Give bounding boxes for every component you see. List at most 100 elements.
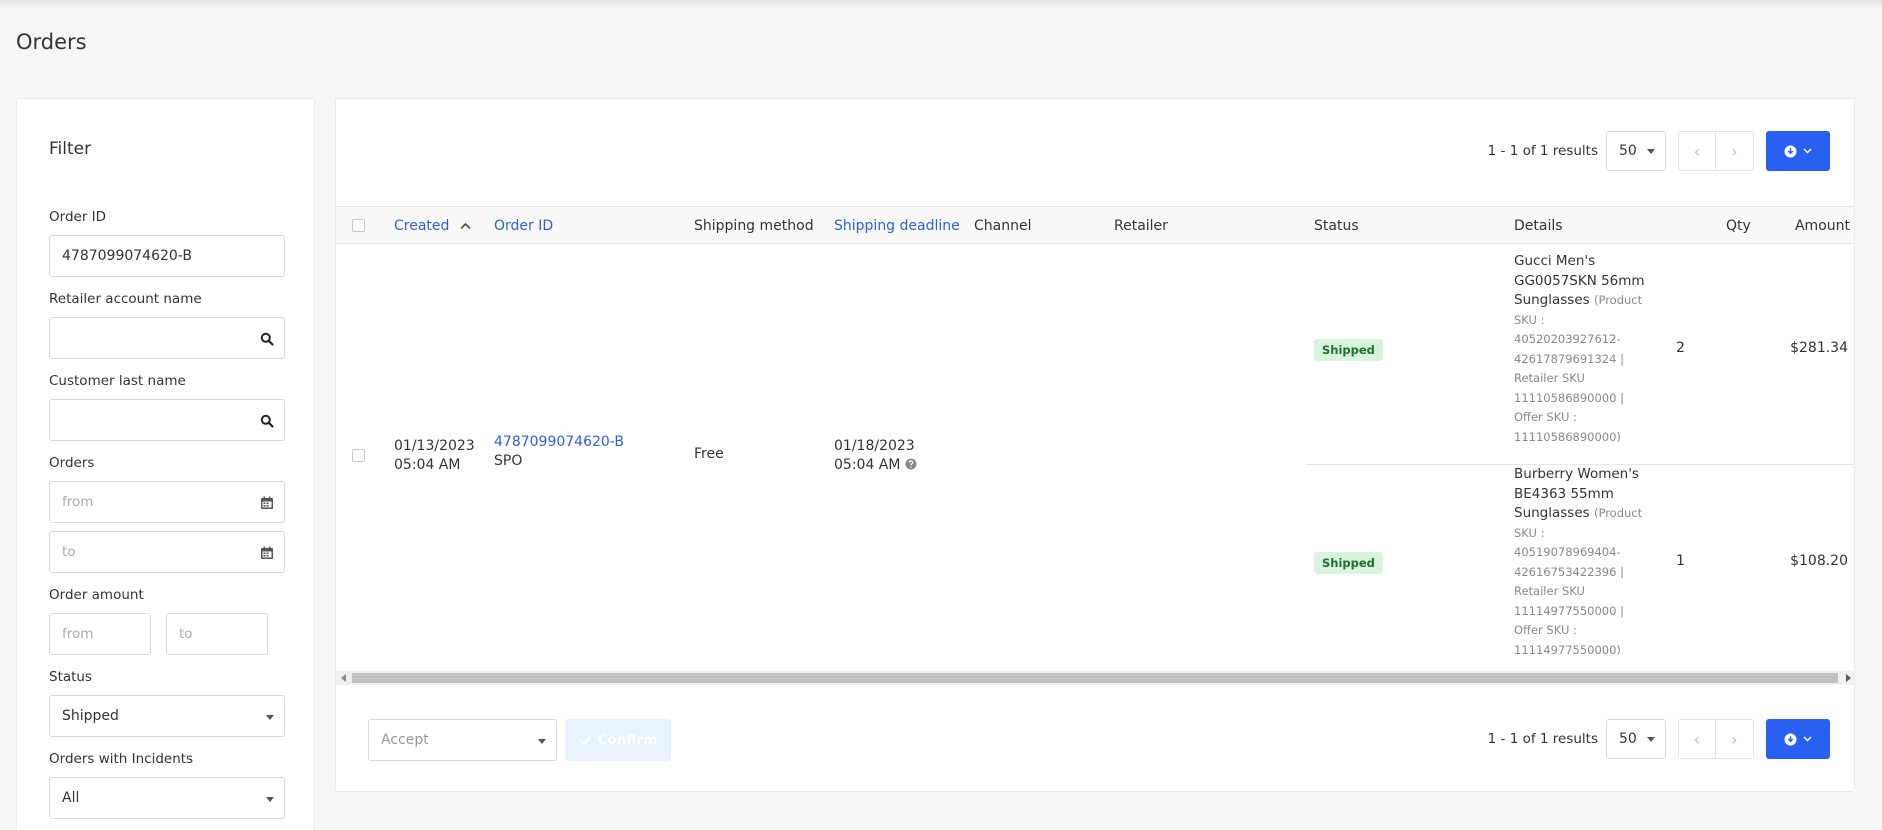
status-select-value: Shipped (62, 708, 119, 724)
check-icon (579, 735, 592, 746)
caret-down-icon (266, 797, 274, 802)
deadline-time-wrap: 05:04 AM (834, 456, 917, 475)
line-amount: $108.20 (1790, 553, 1848, 569)
column-status: Status (1314, 218, 1359, 234)
line-amount: $281.34 (1790, 340, 1848, 356)
orders-from-input[interactable]: from (49, 481, 285, 523)
order-amount-from-input[interactable]: from (49, 613, 151, 655)
line-qty: 1 (1676, 553, 1685, 569)
sort-ascending-icon (460, 222, 471, 230)
retailer-account-label: Retailer account name (49, 291, 202, 307)
chevron-down-icon (1803, 148, 1812, 154)
caret-down-icon (1647, 149, 1655, 154)
caret-down-icon (538, 739, 546, 744)
actions-menu-button[interactable] (1766, 131, 1830, 171)
help-icon[interactable] (905, 458, 917, 470)
download-circle-icon (1784, 732, 1797, 746)
incidents-select[interactable]: All (49, 777, 285, 819)
deadline-time: 05:04 AM (834, 457, 901, 473)
chevron-right-icon: › (1731, 729, 1738, 749)
incidents-select-value: All (62, 790, 80, 806)
column-order-id[interactable]: Order ID (494, 218, 553, 234)
prev-page-button[interactable]: ‹ (1678, 131, 1716, 171)
line-details: Gucci Men's GG0057SKN 56mm Sunglasses (P… (1514, 252, 1649, 447)
column-channel: Channel (974, 218, 1032, 234)
chevron-left-icon: ‹ (1693, 729, 1701, 749)
orders-to-input[interactable]: to (49, 531, 285, 573)
product-sku: (Product SKU : 40519078969404-4261675342… (1514, 506, 1643, 657)
results-count: 1 - 1 of 1 results (1487, 143, 1598, 159)
column-retailer: Retailer (1114, 218, 1168, 234)
page-size-value: 50 (1619, 143, 1637, 159)
pagination-bottom: 1 - 1 of 1 results 50 ‹ › (1488, 719, 1830, 759)
prev-page-button[interactable]: ‹ (1678, 719, 1716, 759)
download-circle-icon (1784, 144, 1797, 158)
retailer-account-input[interactable] (49, 317, 285, 359)
table-header: Created Order ID Shipping method Shippin… (336, 206, 1854, 244)
line-details: Burberry Women's BE4363 55mm Sunglasses … (1514, 465, 1649, 660)
scroll-left-icon[interactable] (341, 674, 346, 682)
page-size-select[interactable]: 50 (1606, 131, 1666, 171)
caret-down-icon (266, 715, 274, 720)
page-title: Orders (16, 30, 87, 54)
column-details: Details (1514, 218, 1563, 234)
bulk-action-value: Accept (381, 732, 429, 748)
status-label: Status (49, 669, 93, 685)
column-created[interactable]: Created (394, 218, 471, 234)
orders-from-placeholder: from (62, 494, 94, 510)
chevron-right-icon: › (1731, 141, 1738, 161)
bulk-action-select[interactable]: Accept (368, 719, 557, 761)
deadline-date: 01/18/2023 (834, 438, 915, 454)
created-time: 05:04 AM (394, 457, 461, 473)
search-icon[interactable] (260, 414, 274, 428)
filter-panel: Filter Order ID 4787099074620-B Retailer… (16, 98, 315, 830)
caret-down-icon (1647, 737, 1655, 742)
page-size-value: 50 (1619, 731, 1637, 747)
orders-to-placeholder: to (62, 544, 76, 560)
column-shipping-deadline[interactable]: Shipping deadline (834, 218, 960, 234)
order-id-link[interactable]: 4787099074620-B (494, 433, 624, 452)
pagination-top: 1 - 1 of 1 results 50 ‹ › (1488, 131, 1830, 171)
select-all-checkbox[interactable] (352, 219, 365, 232)
column-amount: Amount (1794, 218, 1850, 234)
product-sku: (Product SKU : 40520203927612-4261787969… (1514, 293, 1643, 444)
search-icon[interactable] (260, 332, 274, 346)
shipping-method: Free (694, 446, 724, 462)
line-qty: 2 (1676, 340, 1685, 356)
scroll-right-icon[interactable] (1846, 674, 1851, 682)
confirm-label: Confirm (597, 732, 658, 748)
scrollbar-thumb[interactable] (352, 673, 1838, 683)
chevron-down-icon (1803, 736, 1812, 742)
incidents-label: Orders with Incidents (49, 751, 194, 767)
column-created-label: Created (394, 218, 450, 234)
calendar-icon[interactable] (260, 496, 274, 510)
order-id-value: 4787099074620-B (62, 248, 192, 264)
order-amount-label: Order amount (49, 587, 144, 603)
status-badge: Shipped (1314, 552, 1383, 574)
orders-panel: 1 - 1 of 1 results 50 ‹ › Created Order … (335, 98, 1855, 792)
confirm-button[interactable]: Confirm (565, 719, 671, 761)
actions-menu-button[interactable] (1766, 719, 1830, 759)
page-size-select[interactable]: 50 (1606, 719, 1666, 759)
results-count: 1 - 1 of 1 results (1487, 731, 1598, 747)
created-date: 01/13/2023 (394, 438, 475, 454)
customer-last-name-input[interactable] (49, 399, 285, 441)
filter-title: Filter (49, 139, 92, 159)
order-amount-to-input[interactable]: to (166, 613, 268, 655)
status-select[interactable]: Shipped (49, 695, 285, 737)
orders-date-label: Orders (49, 455, 95, 471)
calendar-icon[interactable] (260, 546, 274, 560)
order-type: SPO (494, 453, 523, 469)
customer-last-name-label: Customer last name (49, 373, 186, 389)
column-shipping-method: Shipping method (694, 218, 814, 234)
next-page-button[interactable]: › (1716, 719, 1754, 759)
column-qty: Qty (1726, 218, 1751, 234)
next-page-button[interactable]: › (1716, 131, 1754, 171)
order-id-label: Order ID (49, 209, 107, 225)
order-id-input[interactable]: 4787099074620-B (49, 235, 285, 277)
order-amount-to-placeholder: to (179, 626, 193, 642)
row-checkbox[interactable] (352, 449, 365, 462)
top-bar-shadow (0, 0, 1882, 8)
chevron-left-icon: ‹ (1693, 141, 1701, 161)
horizontal-scrollbar[interactable] (336, 671, 1854, 685)
